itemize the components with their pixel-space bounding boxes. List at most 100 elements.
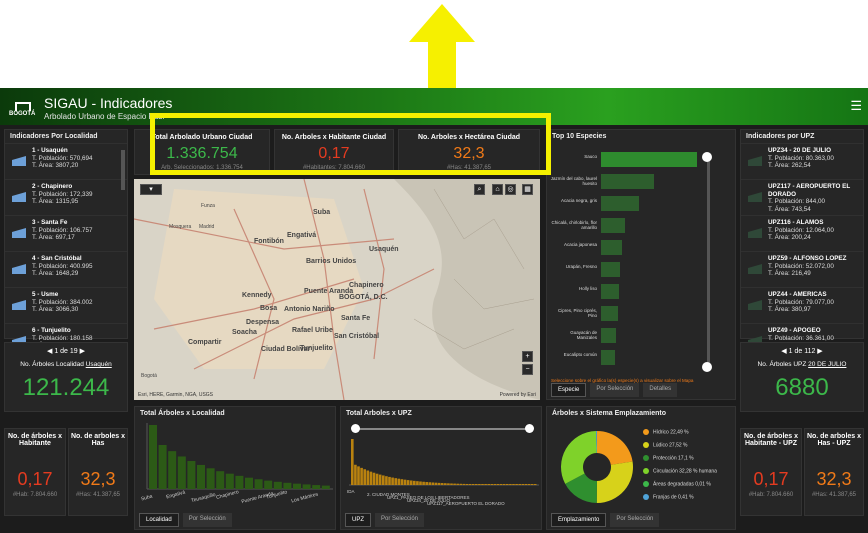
upz-bar[interactable] [512, 484, 515, 485]
upz-bar[interactable] [465, 483, 469, 485]
localidad-bar[interactable] [273, 481, 282, 489]
upz-bar[interactable] [450, 483, 453, 485]
species-bar[interactable] [601, 174, 654, 189]
upz-bar[interactable] [437, 482, 441, 485]
scrollbar[interactable] [121, 150, 125, 190]
localidad-bar[interactable] [321, 485, 330, 489]
slider-handle[interactable] [702, 152, 712, 162]
list-item[interactable]: UPZ59 - ALFONSO LOPEZ T. Población: 52.07… [741, 251, 863, 287]
upz-bar[interactable] [366, 470, 370, 485]
upz-bar[interactable] [502, 484, 506, 485]
localidad-bar[interactable] [206, 468, 215, 489]
localidad-bar[interactable] [149, 425, 157, 489]
localidad-bar[interactable] [245, 477, 253, 489]
localidad-bar[interactable] [216, 471, 225, 489]
upz-bar[interactable] [515, 484, 518, 485]
list-item[interactable]: 4 - San Cristóbal T. Población: 400.995 T.… [5, 251, 127, 287]
upz-bar[interactable] [487, 484, 490, 485]
upz-bar[interactable] [360, 467, 363, 485]
upz-bar[interactable] [444, 483, 447, 485]
upz-bar[interactable] [496, 484, 500, 485]
search-icon[interactable]: ⌕ [474, 184, 485, 195]
localidad-pager[interactable]: ◀ 1 de 19 ▶ [5, 347, 127, 355]
localidad-bar[interactable] [225, 473, 234, 489]
upz-bar[interactable] [375, 473, 379, 485]
tab-detalles[interactable]: Detalles [643, 383, 678, 397]
localidad-bar[interactable] [293, 483, 301, 489]
list-item[interactable]: UPZ34 - 20 DE JULIO T. Población: 80.363,… [741, 143, 863, 179]
basemap-icon[interactable]: ▦ [522, 184, 533, 195]
upz-bar[interactable] [397, 478, 401, 485]
locate-icon[interactable]: ◎ [505, 184, 516, 195]
upz-bar[interactable] [456, 483, 459, 485]
upz-bar[interactable] [406, 480, 410, 485]
tab-emplazamiento[interactable]: Emplazamiento [551, 513, 607, 527]
species-bar[interactable] [601, 152, 697, 167]
upz-bar[interactable] [409, 480, 413, 485]
list-item[interactable]: UPZ44 - AMERICAS T. Población: 79.077,00 T… [741, 287, 863, 323]
localidad-bar[interactable] [177, 456, 186, 489]
upz-bar[interactable] [506, 484, 509, 485]
upz-bar[interactable] [369, 471, 373, 485]
upz-bar[interactable] [484, 484, 487, 485]
upz-bar[interactable] [468, 484, 472, 485]
upz-bar[interactable] [440, 483, 444, 485]
slider-handle[interactable] [351, 424, 360, 433]
upz-bar[interactable] [419, 481, 422, 485]
upz-range-slider[interactable] [355, 428, 531, 430]
pie-slice[interactable] [597, 431, 633, 465]
upz-bar[interactable] [428, 482, 432, 485]
list-item[interactable]: 2 - Chapinero T. Población: 172,339 T. Áre… [5, 179, 127, 215]
localidad-bar[interactable] [197, 464, 205, 489]
upz-bar[interactable] [403, 479, 407, 485]
list-item[interactable]: 1 - Usaquén T. Población: 570,694 T. Área:… [5, 143, 127, 179]
pie-slice[interactable] [596, 461, 633, 503]
upz-bar[interactable] [391, 477, 394, 485]
upz-bar[interactable] [354, 464, 357, 485]
upz-bar[interactable] [527, 484, 531, 485]
upz-bar[interactable] [471, 484, 475, 485]
upz-bar[interactable] [524, 484, 528, 485]
list-item[interactable]: 5 - Usme T. Población: 384.002 T. Área: 30… [5, 287, 127, 323]
species-bar[interactable] [601, 306, 619, 321]
localidad-bar[interactable] [168, 451, 177, 489]
species-bar[interactable] [601, 196, 640, 211]
upz-bar[interactable] [422, 481, 425, 485]
localidad-bar[interactable] [235, 475, 244, 489]
upz-bar[interactable] [530, 484, 534, 485]
pie-slice[interactable] [561, 431, 597, 484]
layers-button[interactable]: ▾ [140, 184, 162, 195]
upz-bar[interactable] [475, 484, 478, 485]
zoom-out-button[interactable]: − [522, 364, 533, 375]
upz-bar[interactable] [357, 466, 360, 485]
list-item[interactable]: 3 - Santa Fe T. Población: 106.757 T. Área… [5, 215, 127, 251]
localidad-bar[interactable] [312, 485, 321, 489]
list-item[interactable]: UPZ117 - AEROPUERTO EL DORADO T. Població… [741, 179, 863, 215]
upz-bar[interactable] [351, 439, 354, 485]
zoom-in-button[interactable]: + [522, 351, 533, 362]
home-icon[interactable]: ⌂ [492, 184, 503, 195]
slider-handle[interactable] [525, 424, 534, 433]
upz-bar[interactable] [425, 482, 428, 485]
upz-bar[interactable] [509, 484, 512, 485]
localidad-bar[interactable] [302, 484, 311, 489]
upz-bar[interactable] [462, 483, 466, 485]
upz-bar[interactable] [478, 484, 481, 485]
species-bar[interactable] [601, 350, 616, 365]
upz-bar[interactable] [382, 475, 385, 485]
upz-bar[interactable] [453, 483, 456, 485]
species-bar[interactable] [601, 284, 620, 299]
upz-bar[interactable] [385, 476, 388, 485]
tab-upz[interactable]: UPZ [345, 513, 371, 527]
upz-bar[interactable] [372, 472, 376, 485]
upz-bar[interactable] [388, 476, 391, 485]
tab-especie[interactable]: Especie [551, 383, 587, 397]
upz-bar[interactable] [394, 478, 397, 485]
localidad-bar[interactable] [283, 482, 292, 489]
localidad-bar[interactable] [254, 479, 263, 489]
upz-bar[interactable] [413, 480, 416, 485]
tab-por-seleccion[interactable]: Por Selección [590, 383, 640, 397]
localidad-bar[interactable] [187, 461, 196, 489]
upz-bar[interactable] [400, 479, 404, 485]
menu-icon[interactable]: ☰ [850, 98, 862, 114]
